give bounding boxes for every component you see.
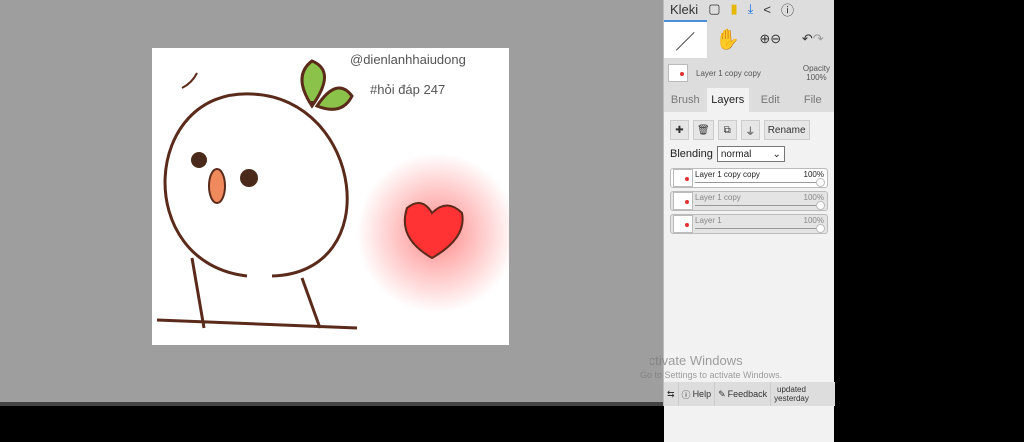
updated-label: updated — [777, 385, 806, 394]
layer-name: Layer 1 copy — [695, 193, 741, 202]
blending-label: Blending — [670, 148, 713, 160]
help-circle-icon: ⓘ — [681, 389, 691, 400]
swap-side-button[interactable]: ⇆ — [664, 382, 679, 406]
undo-icon[interactable]: ↶ — [802, 31, 813, 47]
layer-thumbnail — [673, 192, 693, 210]
open-file-icon[interactable]: ▮ — [730, 1, 737, 17]
yesterday-label: yesterday — [774, 394, 809, 403]
hand-tool-button[interactable]: ✋ — [707, 20, 750, 58]
tab-file[interactable]: File — [792, 88, 835, 112]
opacity-slider[interactable] — [695, 182, 821, 183]
blending-select[interactable]: normal ⌄ — [716, 146, 785, 162]
layer-item[interactable]: Layer 1 copy copy 100% — [670, 168, 828, 188]
download-icon[interactable]: ⤓ — [748, 1, 754, 17]
layer-thumbnail — [668, 64, 688, 82]
rename-button[interactable]: Rename — [763, 120, 810, 140]
layer-item[interactable]: Layer 1 100% — [670, 214, 828, 234]
chevron-down-icon: ⌄ — [772, 148, 781, 160]
opacity-slider-handle[interactable] — [816, 178, 825, 187]
layer-name: Layer 1 — [695, 216, 722, 225]
drawing-canvas[interactable]: @dienlanhhaiudong #hỏi đáp 247 — [152, 48, 509, 345]
kleki-logo: Kleki — [670, 1, 699, 17]
brush-icon: ／ — [675, 31, 696, 54]
layer-thumbnail — [673, 169, 693, 187]
kleki-side-panel: Kleki ▢ ▮ ⤓ < ⓘ ／ ✋ ⊕ ⊖ ↶ ↷ Layer 1 copy c… — [663, 0, 835, 442]
opacity-slider-handle[interactable] — [816, 224, 825, 233]
opacity-value: 100% — [806, 73, 827, 82]
add-layer-button[interactable]: ✚ — [670, 120, 689, 140]
current-layer-name: Layer 1 copy copy — [696, 68, 761, 78]
opacity-slider[interactable] — [695, 205, 821, 206]
undo-redo-buttons[interactable]: ↶ ↷ — [792, 20, 835, 58]
taskbar — [0, 402, 663, 406]
zoom-out-icon[interactable]: ⊖ — [770, 31, 781, 47]
blending-value: normal — [720, 148, 752, 160]
watermark-username: @dienlanhhaiudong — [350, 52, 466, 67]
opacity-label: Opacity — [802, 64, 830, 73]
zoom-in-icon[interactable]: ⊕ — [759, 31, 770, 47]
duplicate-layer-button[interactable]: ⧉ — [717, 120, 737, 140]
opacity-slider[interactable] — [695, 228, 821, 229]
brush-tool-button[interactable]: ／ — [664, 20, 707, 58]
drawing-stage[interactable]: @dienlanhhaiudong #hỏi đáp 247 — [0, 0, 663, 406]
zoom-buttons[interactable]: ⊕ ⊖ — [749, 20, 792, 58]
tab-brush[interactable]: Brush — [664, 88, 707, 112]
layer-item[interactable]: Layer 1 copy 100% — [670, 191, 828, 211]
feedback-button[interactable]: ✎ Feedback — [715, 382, 772, 406]
layer-thumbnail — [673, 215, 693, 233]
artwork — [156, 59, 509, 330]
opacity-slider-handle[interactable] — [816, 201, 825, 210]
swap-icon: ⇆ — [667, 388, 675, 399]
help-button[interactable]: ⓘ Help — [679, 382, 716, 406]
watermark-tag: #hỏi đáp 247 — [370, 82, 446, 97]
changelog-button[interactable]: updated yesterday — [771, 382, 812, 406]
layer-name: Layer 1 copy copy — [695, 170, 760, 179]
delete-layer-button[interactable]: 🗑 — [693, 120, 714, 140]
activation-subtitle: Go to Settings to activate Windows. — [640, 370, 783, 380]
new-file-icon[interactable]: ▢ — [708, 1, 720, 17]
share-icon[interactable]: < — [763, 2, 771, 17]
hand-icon: ✋ — [715, 28, 741, 51]
feedback-label: Feedback — [727, 389, 768, 399]
help-icon[interactable]: ⓘ — [781, 0, 794, 19]
activation-title: Activate Windows — [640, 353, 743, 368]
redo-icon[interactable]: ↷ — [813, 31, 824, 47]
help-label: Help — [692, 389, 712, 399]
feedback-icon: ✎ — [718, 388, 726, 399]
tab-edit[interactable]: Edit — [749, 88, 792, 112]
tab-layers[interactable]: Layers — [706, 88, 749, 112]
merge-layer-button[interactable]: ⏚ — [740, 120, 760, 140]
